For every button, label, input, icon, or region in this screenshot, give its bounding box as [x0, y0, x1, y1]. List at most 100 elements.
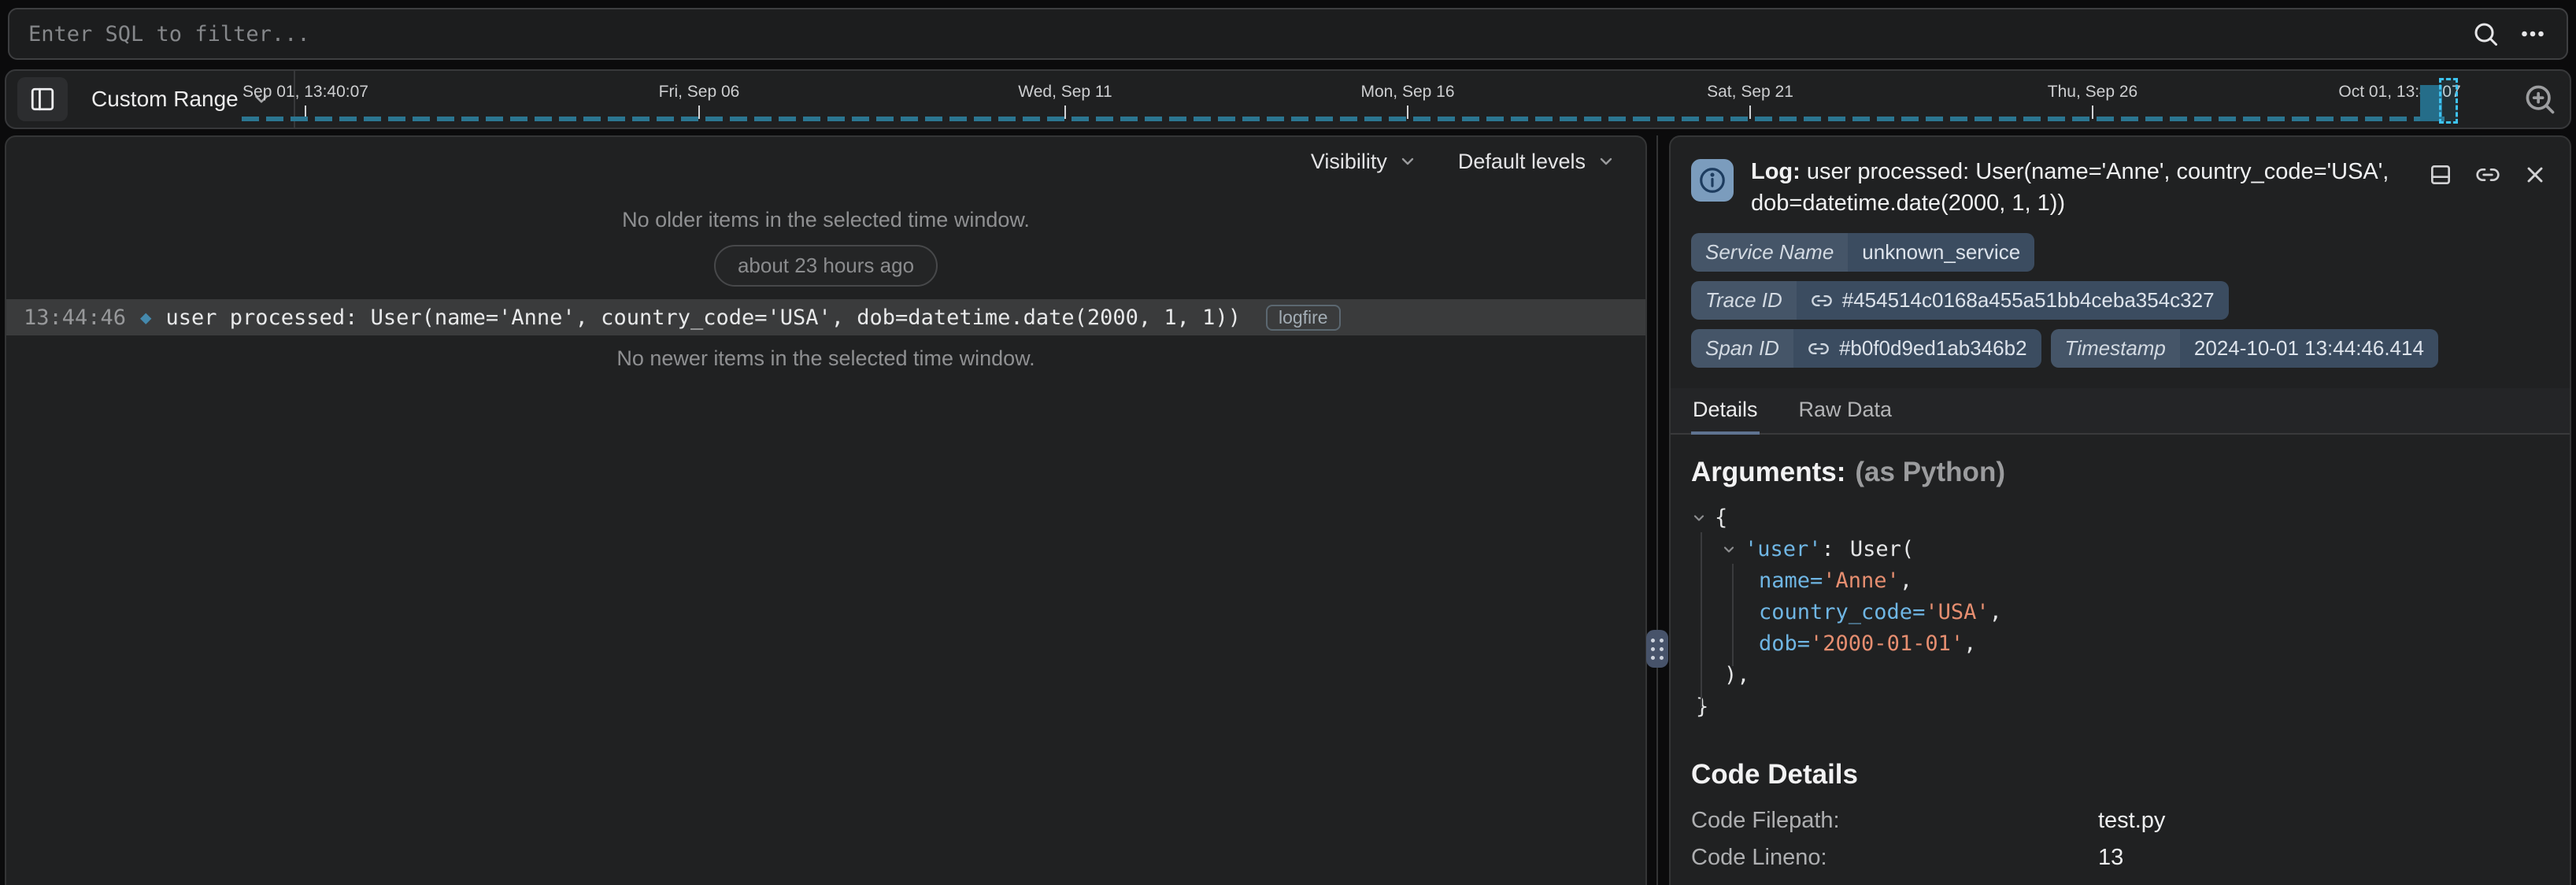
- timeline-tick-label: Fri, Sep 06: [659, 83, 740, 102]
- log-level-diamond-icon: ◆: [140, 306, 151, 328]
- log-row-message: user processed: User(name='Anne', countr…: [166, 305, 1241, 330]
- timestamp-badge: Timestamp 2024-10-01 13:44:46.414: [2051, 329, 2438, 368]
- link-icon: [1811, 290, 1833, 312]
- chevron-down-icon: [1398, 152, 1417, 171]
- zoom-in-icon[interactable]: [2522, 82, 2557, 117]
- close-icon[interactable]: [2522, 162, 2548, 187]
- span-id-value: #b0f0d9ed1ab346b2: [1839, 336, 2027, 361]
- code-line: name='Anne',: [1691, 565, 2549, 597]
- chevron-down-icon: [1597, 152, 1616, 171]
- visibility-label: Visibility: [1311, 150, 1387, 174]
- code-comma: ,: [1900, 565, 1912, 597]
- close-brace: }: [1696, 691, 1708, 723]
- detail-title: Log: user processed: User(name='Anne', c…: [1751, 156, 2416, 219]
- code-lineno-value: 13: [2098, 845, 2549, 871]
- code-filepath-value: test.py: [2098, 808, 2549, 834]
- timeline-bar: Custom Range Sep 01, 13:40:07 Fri, Sep 0…: [5, 69, 2571, 129]
- arguments-code-tree: { 'user': User( name='Anne', country_code…: [1691, 502, 2549, 723]
- badge-label: Span ID: [1691, 329, 1793, 368]
- timeline-tick-label: Wed, Sep 11: [1018, 83, 1112, 102]
- code-lineno-label: Code Lineno:: [1691, 845, 2098, 871]
- code-string: 'Anne': [1823, 565, 1900, 597]
- search-icon[interactable]: [2464, 13, 2507, 55]
- indent-guide: [1732, 564, 1734, 666]
- timeline-track[interactable]: Sep 01, 13:40:07 Fri, Sep 06 Wed, Sep 11…: [235, 71, 2570, 128]
- timeline-tick-label: Thu, Sep 26: [2048, 83, 2137, 102]
- service-name-badge: Service Name unknown_service: [1691, 233, 2034, 272]
- sql-filter-input[interactable]: [9, 22, 2464, 46]
- info-level-icon: [1691, 159, 1734, 202]
- timeline-tick-label: Sep 01, 13:40:07: [242, 83, 368, 102]
- trace-id-value: #454514c0168a455a51bb4ceba354c327: [1842, 288, 2215, 313]
- panel-divider: [1656, 135, 1658, 885]
- sqlbar-icons: [2464, 13, 2554, 55]
- log-detail-panel: Log: user processed: User(name='Anne', c…: [1669, 135, 2571, 885]
- dock-panel-icon[interactable]: [2428, 162, 2453, 187]
- log-tag-badge[interactable]: logfire: [1266, 305, 1341, 331]
- arguments-subheading: (as Python): [1855, 457, 2005, 487]
- sidebar-toggle-button[interactable]: [17, 77, 68, 121]
- trace-id-badge[interactable]: Trace ID #454514c0168a455a51bb4ceba354c3…: [1691, 281, 2229, 320]
- panel-resize-handle[interactable]: [1646, 630, 1668, 668]
- tab-details[interactable]: Details: [1691, 388, 1760, 435]
- detail-title-label: Log:: [1751, 159, 1801, 184]
- code-key: country_code=: [1759, 597, 1925, 628]
- badge-value: unknown_service: [1848, 233, 2034, 272]
- log-list-panel: Visibility Default levels No older items…: [5, 135, 1647, 885]
- timeline-tick-label: Mon, Sep 16: [1360, 83, 1454, 102]
- detail-body: Arguments: (as Python) { 'user': User(: [1671, 435, 2570, 885]
- code-comma: ,: [1989, 597, 2002, 628]
- indent-guide: [1701, 532, 1702, 707]
- tab-raw-data[interactable]: Raw Data: [1797, 388, 1894, 435]
- collapse-chevron-icon[interactable]: [1691, 510, 1715, 526]
- code-line: country_code='USA',: [1691, 597, 2549, 628]
- code-line: 'user': User(: [1691, 534, 2549, 565]
- default-levels-label: Default levels: [1458, 150, 1586, 174]
- code-comma: ,: [1963, 628, 1976, 660]
- badge-label: Trace ID: [1691, 281, 1797, 320]
- span-id-badge[interactable]: Span ID #b0f0d9ed1ab346b2: [1691, 329, 2041, 368]
- code-key: name=: [1759, 565, 1823, 597]
- code-line: {: [1691, 502, 2549, 534]
- log-list-header: Visibility Default levels: [6, 137, 1645, 186]
- no-older-items-text: No older items in the selected time wind…: [6, 208, 1645, 232]
- metadata-badges: Service Name unknown_service Trace ID #4…: [1671, 224, 2570, 368]
- close-paren: ),: [1724, 660, 1750, 691]
- time-ago-badge: about 23 hours ago: [714, 245, 938, 287]
- code-line: dob='2000-01-01',: [1691, 628, 2549, 660]
- detail-header: Log: user processed: User(name='Anne', c…: [1671, 137, 2570, 224]
- code-line: ),: [1691, 660, 2549, 691]
- code-details-heading: Code Details: [1691, 759, 2549, 791]
- code-filepath-label: Code Filepath:: [1691, 808, 2098, 834]
- collapse-chevron-icon[interactable]: [1721, 542, 1745, 557]
- visibility-dropdown[interactable]: Visibility: [1311, 150, 1417, 174]
- badge-label: Timestamp: [2051, 329, 2180, 368]
- code-ctor: User(: [1850, 534, 1914, 565]
- code-details-table: Code Filepath: test.py Code Lineno: 13: [1691, 808, 2549, 871]
- code-string: '2000-01-01': [1810, 628, 1963, 660]
- more-menu-icon[interactable]: [2511, 13, 2554, 55]
- arguments-heading: Arguments: (as Python): [1691, 457, 2549, 488]
- timestamp-value: 2024-10-01 13:44:46.414: [2180, 329, 2438, 368]
- arguments-heading-text: Arguments:: [1691, 457, 1845, 487]
- code-key: dob=: [1759, 628, 1810, 660]
- code-string: 'USA': [1925, 597, 1989, 628]
- time-range-label: Custom Range: [91, 87, 239, 112]
- badge-label: Service Name: [1691, 233, 1848, 272]
- detail-actions: [2428, 156, 2548, 219]
- timeline-selection-window[interactable]: [2439, 78, 2458, 124]
- code-sep: :: [1822, 534, 1834, 565]
- detail-tabs: Details Raw Data: [1671, 388, 2570, 435]
- default-levels-dropdown[interactable]: Default levels: [1458, 150, 1616, 174]
- copy-link-icon[interactable]: [2475, 162, 2500, 187]
- log-row-timestamp: 13:44:46: [6, 305, 126, 330]
- timeline-tick-label: Sat, Sep 21: [1707, 83, 1793, 102]
- logfire-app: Custom Range Sep 01, 13:40:07 Fri, Sep 0…: [0, 0, 2576, 885]
- link-icon: [1808, 338, 1830, 360]
- log-row[interactable]: 13:44:46 ◆ user processed: User(name='An…: [6, 299, 1645, 335]
- timeline-histogram-baseline: [242, 117, 2445, 121]
- open-brace: {: [1715, 502, 1727, 534]
- code-key: 'user': [1745, 534, 1822, 565]
- detail-title-text: user processed: User(name='Anne', countr…: [1751, 159, 2389, 216]
- no-newer-items-text: No newer items in the selected time wind…: [6, 346, 1645, 371]
